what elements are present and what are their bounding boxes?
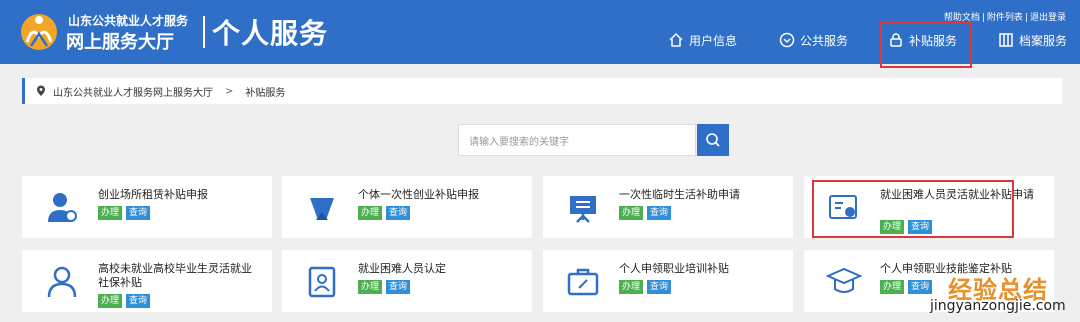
handle-button[interactable]: 办理 <box>98 206 123 220</box>
card-rent-subsidy[interactable]: 创业场所租赁补贴申报 办理 查询 <box>22 176 272 238</box>
hall-name: 网上服务大厅 <box>66 32 174 53</box>
card-tags: 办理 查询 <box>98 294 151 308</box>
card-tags: 办理 查询 <box>98 206 151 220</box>
card-tags: 办理 查询 <box>358 206 411 220</box>
breadcrumb: 山东公共就业人才服务网上服务大厅 > 补贴服务 <box>22 78 1062 104</box>
person-icon <box>48 193 77 222</box>
query-button[interactable]: 查询 <box>126 294 151 308</box>
query-button[interactable]: 查询 <box>647 280 672 294</box>
shield-icon <box>779 32 795 48</box>
id-card-icon <box>308 266 336 298</box>
nav-user-info[interactable]: 用户信息 <box>668 30 737 50</box>
card-tags: 办理 查询 <box>358 280 411 294</box>
card-title: 个体一次性创业补贴申报 <box>358 188 479 201</box>
nav-archive-service[interactable]: 档案服务 <box>998 30 1067 50</box>
query-button[interactable]: 查询 <box>908 280 933 294</box>
nav-label: 公共服务 <box>800 33 849 48</box>
funnel-icon <box>310 198 334 220</box>
logo-icon <box>21 14 57 50</box>
nav-label: 档案服务 <box>1019 33 1068 48</box>
briefcase-icon <box>567 268 599 296</box>
nav-highlight-box <box>880 22 972 68</box>
card-title: 个人申领职业培训补贴 <box>619 262 729 275</box>
card-title: 一次性临时生活补助申请 <box>619 188 740 201</box>
handle-button[interactable]: 办理 <box>880 280 905 294</box>
graduation-cap-icon <box>826 267 862 293</box>
location-pin-icon <box>37 85 45 96</box>
card-tags: 办理 查询 <box>619 206 672 220</box>
search-button[interactable] <box>697 124 729 156</box>
breadcrumb-home[interactable]: 山东公共就业人才服务网上服务大厅 <box>53 84 213 99</box>
card-title: 就业困难人员认定 <box>358 262 446 275</box>
card-training-subsidy[interactable]: 个人申领职业培训补贴 办理 查询 <box>543 250 793 312</box>
search-icon <box>706 133 720 147</box>
section-title: 个人服务 <box>212 17 329 50</box>
card-tags: 办理 查询 <box>619 280 672 294</box>
card-graduate-social-insurance[interactable]: 高校未就业高校毕业生灵活就业社保补贴 办理 查询 <box>22 250 272 312</box>
card-highlight-box <box>812 180 1014 238</box>
query-button[interactable]: 查询 <box>386 280 411 294</box>
logout-link[interactable]: 退出登录 <box>1030 13 1066 23</box>
query-button[interactable]: 查询 <box>126 206 151 220</box>
grid-icon <box>999 33 1013 47</box>
query-button[interactable]: 查询 <box>386 206 411 220</box>
nav-public-service[interactable]: 公共服务 <box>779 30 848 50</box>
handle-button[interactable]: 办理 <box>619 206 644 220</box>
card-startup-subsidy[interactable]: 个体一次性创业补贴申报 办理 查询 <box>282 176 532 238</box>
watermark-url: jingyanzongjie.com <box>930 298 1066 314</box>
home-icon <box>669 32 683 47</box>
card-title: 高校未就业高校毕业生灵活就业社保补贴 <box>98 262 252 289</box>
org-name: 山东公共就业人才服务 <box>68 14 189 28</box>
handle-button[interactable]: 办理 <box>358 280 383 294</box>
handle-button[interactable]: 办理 <box>98 294 123 308</box>
breadcrumb-current[interactable]: 补贴服务 <box>245 84 285 99</box>
handle-button[interactable]: 办理 <box>358 206 383 220</box>
nav-label: 用户信息 <box>689 33 738 48</box>
card-title: 创业场所租赁补贴申报 <box>98 188 208 201</box>
brand-divider <box>203 16 205 48</box>
query-button[interactable]: 查询 <box>647 206 672 220</box>
presentation-icon <box>570 196 596 223</box>
breadcrumb-separator: > <box>225 85 234 97</box>
card-difficulty-certification[interactable]: 就业困难人员认定 办理 查询 <box>282 250 532 312</box>
search-input[interactable]: 请输入要搜索的关键字 <box>458 124 696 156</box>
card-tags: 办理 查询 <box>880 280 933 294</box>
handle-button[interactable]: 办理 <box>619 280 644 294</box>
user-outline-icon <box>47 266 77 298</box>
card-temporary-aid[interactable]: 一次性临时生活补助申请 办理 查询 <box>543 176 793 238</box>
attachments-link[interactable]: 附件列表 <box>987 13 1023 23</box>
